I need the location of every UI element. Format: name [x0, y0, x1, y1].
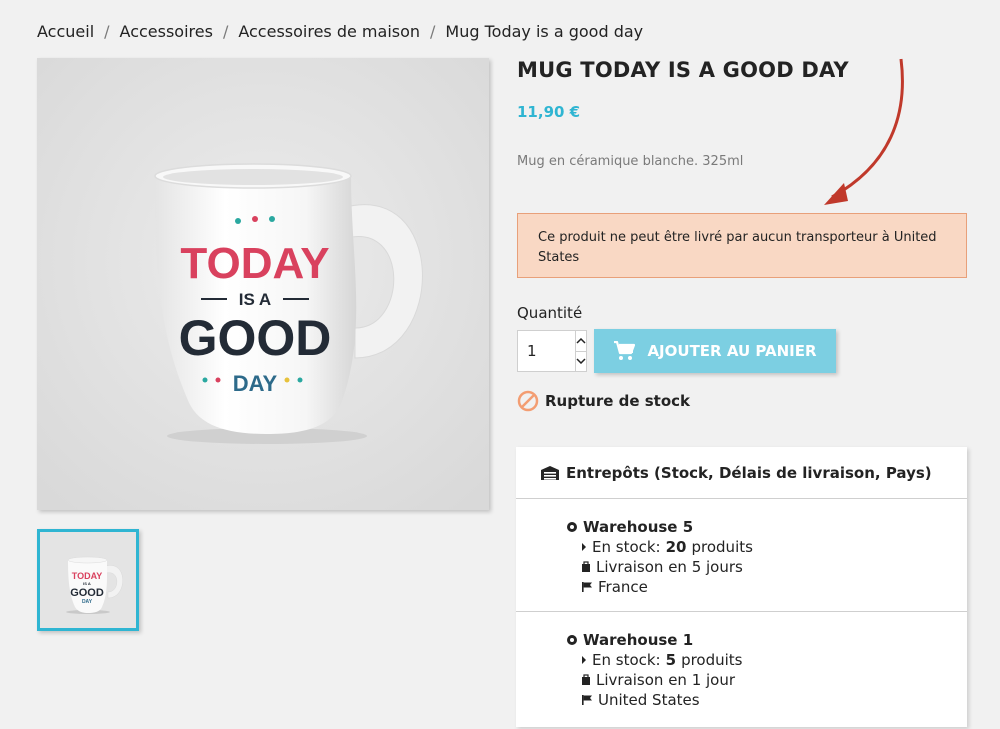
warehouse-delivery: Livraison en 5 jours — [596, 558, 743, 576]
product-description: Mug en céramique blanche. 325ml — [517, 154, 744, 169]
briefcase-icon — [582, 674, 590, 685]
warehouse-item: Warehouse 1 En stock: 5 produits Livrais… — [516, 612, 967, 710]
warehouses-header: Entrepôts (Stock, Délais de livraison, P… — [516, 447, 967, 499]
warehouses-header-label: Entrepôts (Stock, Délais de livraison, P… — [566, 463, 932, 482]
caret-right-icon — [582, 656, 586, 664]
product-price: 11,90 € — [517, 103, 581, 121]
warehouse-country: United States — [598, 691, 700, 709]
add-to-cart-button[interactable]: AJOUTER AU PANIER — [594, 329, 836, 373]
mug-image: TODAY IS A GOOD DAY — [37, 58, 489, 510]
shipping-alert: Ce produit ne peut être livré par aucun … — [517, 213, 967, 278]
warehouses-panel: Entrepôts (Stock, Délais de livraison, P… — [516, 447, 967, 727]
svg-text:IS A: IS A — [83, 581, 91, 586]
chevron-up-icon — [576, 337, 586, 344]
breadcrumb-separator: / — [430, 22, 436, 41]
product-thumbnail[interactable]: TODAY IS A GOOD DAY — [37, 529, 139, 631]
warehouse-name: Warehouse 1 — [583, 631, 694, 649]
product-main-image[interactable]: TODAY IS A GOOD DAY — [37, 58, 489, 510]
breadcrumb-accessoires[interactable]: Accessoires — [120, 22, 213, 41]
warehouse-name: Warehouse 5 — [583, 518, 694, 536]
dot-circle-icon — [567, 522, 577, 532]
mug-text-good: GOOD — [179, 310, 332, 366]
warehouse-stock-qty: 20 — [665, 538, 687, 556]
breadcrumb-separator: / — [222, 22, 229, 41]
warehouse-stock-suffix: produits — [681, 651, 743, 669]
svg-text:TODAY: TODAY — [72, 571, 103, 581]
svg-text:DAY: DAY — [82, 599, 93, 605]
quantity-decrease-button[interactable] — [576, 352, 586, 372]
warehouse-stock-qty: 5 — [665, 651, 677, 669]
flag-icon — [582, 582, 592, 592]
warehouse-item: Warehouse 5 En stock: 20 produits Livrai… — [516, 499, 967, 612]
quantity-increase-button[interactable] — [576, 331, 586, 352]
svg-text:GOOD: GOOD — [70, 587, 104, 599]
breadcrumb-home[interactable]: Accueil — [37, 22, 94, 41]
dot-circle-icon — [567, 635, 577, 645]
breadcrumb-current: Mug Today is a good day — [445, 22, 644, 41]
quantity-input[interactable] — [518, 331, 575, 371]
annotation-arrow-icon — [824, 58, 904, 205]
warehouse-delivery: Livraison en 1 jour — [596, 671, 736, 689]
briefcase-icon — [582, 561, 590, 572]
stock-status-label: Rupture de stock — [545, 392, 691, 410]
breadcrumb-separator: / — [104, 22, 110, 41]
block-icon — [517, 390, 539, 412]
caret-right-icon — [582, 543, 586, 551]
mug-text-is-a: IS A — [239, 290, 271, 309]
quantity-label: Quantité — [517, 304, 583, 322]
warehouse-stock-prefix: En stock: — [592, 538, 661, 556]
stock-status: Rupture de stock — [517, 390, 690, 412]
warehouse-icon — [541, 465, 559, 480]
warehouse-stock-suffix: produits — [691, 538, 753, 556]
shopping-cart-icon — [614, 341, 636, 360]
mug-text-day: DAY — [233, 371, 278, 396]
warehouse-country: France — [598, 578, 648, 596]
flag-icon — [582, 695, 592, 705]
add-to-cart-label: AJOUTER AU PANIER — [647, 342, 817, 360]
shipping-alert-text: Ce produit ne peut être livré par aucun … — [538, 230, 937, 265]
warehouse-stock-prefix: En stock: — [592, 651, 661, 669]
breadcrumb: Accueil / Accessoires / Accessoires de m… — [37, 22, 643, 41]
chevron-down-icon — [576, 358, 586, 365]
quantity-stepper — [517, 330, 587, 372]
mug-text-today: TODAY — [180, 239, 329, 288]
mug-thumbnail-image: TODAY IS A GOOD DAY — [40, 532, 136, 628]
breadcrumb-accessoires-maison[interactable]: Accessoires de maison — [238, 22, 420, 41]
